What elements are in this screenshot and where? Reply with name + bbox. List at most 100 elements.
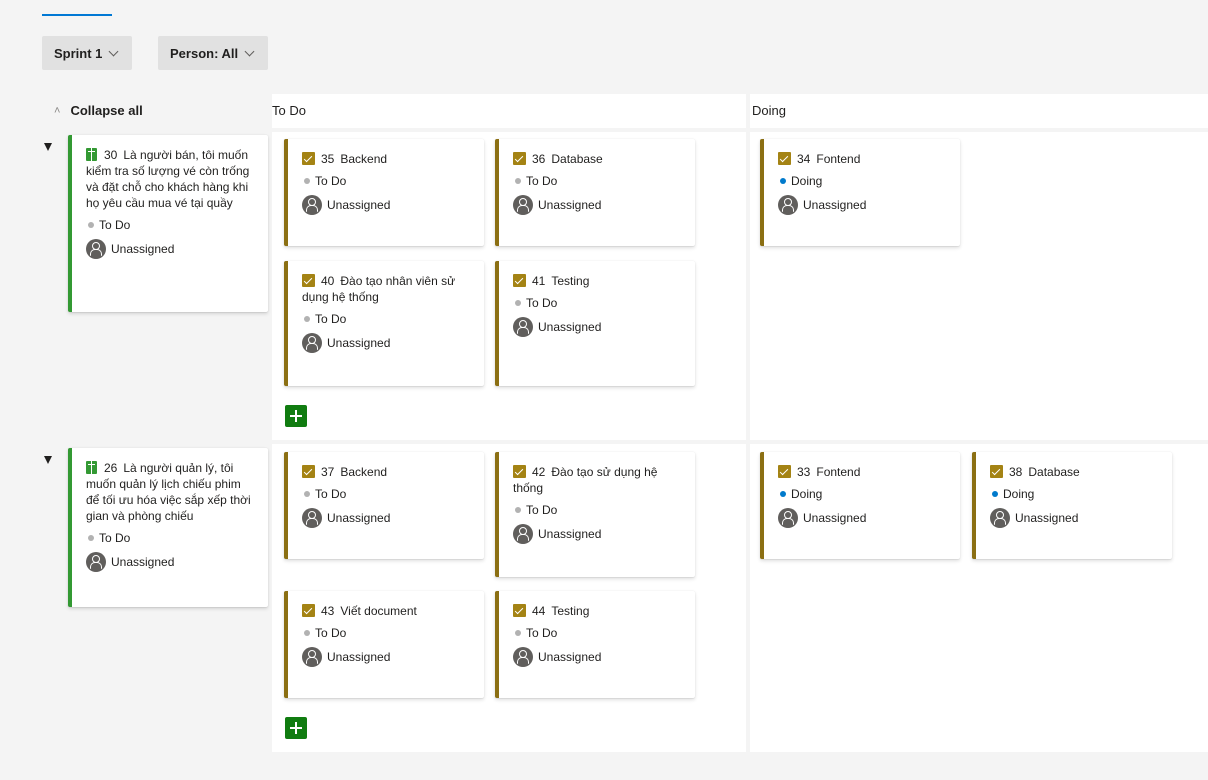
task-card-44[interactable]: 44 Testing To Do Unassigned	[495, 591, 695, 698]
story-card-26[interactable]: 26 Là người quản lý, tôi muốn quản lý lịc…	[68, 448, 268, 607]
task-title-text: Testing	[551, 274, 590, 288]
task-title: 38 Database	[990, 464, 1160, 480]
task-check-icon	[513, 604, 526, 617]
task-title: 41 Testing	[513, 273, 683, 289]
task-title: 44 Testing	[513, 603, 683, 619]
story-id: 26	[104, 461, 118, 475]
assignee-label: Unassigned	[803, 511, 867, 525]
state-label: To Do	[315, 487, 347, 501]
task-card-36[interactable]: 36 Database To Do Unassigned	[495, 139, 695, 246]
person-filter-label: Person: All	[170, 45, 239, 61]
assignee-row[interactable]: Unassigned	[302, 195, 472, 215]
state-label: To Do	[526, 174, 558, 188]
state-dot	[515, 178, 521, 184]
assignee-label: Unassigned	[1015, 511, 1079, 525]
assignee-row[interactable]: Unassigned	[513, 195, 683, 215]
task-title: 36 Database	[513, 151, 683, 167]
assignee-row[interactable]: Unassigned	[778, 195, 948, 215]
task-card-35[interactable]: 35 Backend To Do Unassigned	[284, 139, 484, 246]
state-label: To Do	[99, 531, 131, 545]
state-dot	[515, 630, 521, 636]
task-title: 40 Đào tạo nhân viên sử dụng hệ thống	[302, 273, 472, 305]
story-card-30[interactable]: 30 Là người bán, tôi muốn kiểm tra số lượ…	[68, 135, 268, 312]
state-dot	[88, 222, 94, 228]
task-id: 37	[321, 465, 335, 479]
task-title-text: Fontend	[816, 152, 861, 166]
assignee-row[interactable]: Unassigned	[302, 647, 472, 667]
state-label: Doing	[791, 174, 823, 188]
assignee-label: Unassigned	[327, 511, 391, 525]
collapse-all-label: Collapse all	[70, 103, 143, 118]
state-row: To Do	[513, 295, 683, 311]
add-task-button[interactable]	[285, 405, 307, 427]
assignee-label: Unassigned	[803, 198, 867, 212]
task-check-icon	[513, 152, 526, 165]
assignee-row[interactable]: Unassigned	[86, 552, 256, 572]
story-id: 30	[104, 148, 118, 162]
assignee-label: Unassigned	[538, 320, 602, 334]
task-title-text: Database	[551, 152, 603, 166]
task-check-icon	[513, 274, 526, 287]
state-label: To Do	[315, 174, 347, 188]
task-title: 43 Viết document	[302, 603, 472, 619]
assignee-label: Unassigned	[538, 527, 602, 541]
assignee-row[interactable]: Unassigned	[302, 508, 472, 528]
add-task-button[interactable]	[285, 717, 307, 739]
avatar	[513, 524, 533, 544]
task-id: 33	[797, 465, 811, 479]
lane-2-expander[interactable]	[44, 456, 52, 464]
task-id: 40	[321, 274, 335, 288]
state-row: To Do	[302, 311, 472, 327]
task-id: 44	[532, 604, 546, 618]
assignee-label: Unassigned	[538, 650, 602, 664]
assignee-row[interactable]: Unassigned	[778, 508, 948, 528]
state-row: To Do	[86, 530, 256, 546]
sprint-filter-label: Sprint 1	[54, 45, 103, 61]
person-filter-button[interactable]: Person: All	[158, 36, 269, 70]
assignee-row[interactable]: Unassigned	[86, 239, 256, 259]
task-card-33[interactable]: 33 Fontend Doing Unassigned	[760, 452, 960, 559]
task-check-icon	[302, 152, 315, 165]
assignee-label: Unassigned	[327, 336, 391, 350]
state-dot	[304, 178, 310, 184]
task-card-43[interactable]: 43 Viết document To Do Unassigned	[284, 591, 484, 698]
task-card-40[interactable]: 40 Đào tạo nhân viên sử dụng hệ thống To …	[284, 261, 484, 386]
assignee-row[interactable]: Unassigned	[513, 647, 683, 667]
assignee-row[interactable]: Unassigned	[302, 333, 472, 353]
task-card-38[interactable]: 38 Database Doing Unassigned	[972, 452, 1172, 559]
state-dot	[88, 535, 94, 541]
book-icon	[86, 461, 97, 474]
state-row: To Do	[513, 502, 683, 518]
task-id: 42	[532, 465, 546, 479]
task-id: 35	[321, 152, 335, 166]
state-row: To Do	[302, 625, 472, 641]
chevron-down-icon	[108, 47, 120, 59]
assignee-label: Unassigned	[538, 198, 602, 212]
sprint-filter-button[interactable]: Sprint 1	[42, 36, 133, 70]
assignee-row[interactable]: Unassigned	[513, 317, 683, 337]
task-card-41[interactable]: 41 Testing To Do Unassigned	[495, 261, 695, 386]
task-card-37[interactable]: 37 Backend To Do Unassigned	[284, 452, 484, 559]
state-label: To Do	[526, 626, 558, 640]
state-row: To Do	[302, 173, 472, 189]
task-card-42[interactable]: 42 Đào tạo sử dụng hệ thống To Do Unassig…	[495, 452, 695, 577]
state-dot	[780, 178, 786, 184]
state-row: To Do	[86, 217, 256, 233]
state-row: To Do	[513, 173, 683, 189]
lane-1-expander[interactable]	[44, 143, 52, 151]
task-id: 43	[321, 604, 335, 618]
task-check-icon	[302, 465, 315, 478]
assignee-row[interactable]: Unassigned	[990, 508, 1160, 528]
task-check-icon	[302, 604, 315, 617]
state-dot	[515, 300, 521, 306]
task-title: 34 Fontend	[778, 151, 948, 167]
assignee-row[interactable]: Unassigned	[513, 524, 683, 544]
task-title-text: Fontend	[816, 465, 861, 479]
task-title-text: Database	[1028, 465, 1080, 479]
task-title-text: Backend	[340, 152, 388, 166]
task-title-text: Testing	[551, 604, 590, 618]
collapse-all-button[interactable]: ˄ Collapse all	[54, 103, 143, 118]
task-title: 42 Đào tạo sử dụng hệ thống	[513, 464, 683, 496]
task-card-34[interactable]: 34 Fontend Doing Unassigned	[760, 139, 960, 246]
task-id: 41	[532, 274, 546, 288]
